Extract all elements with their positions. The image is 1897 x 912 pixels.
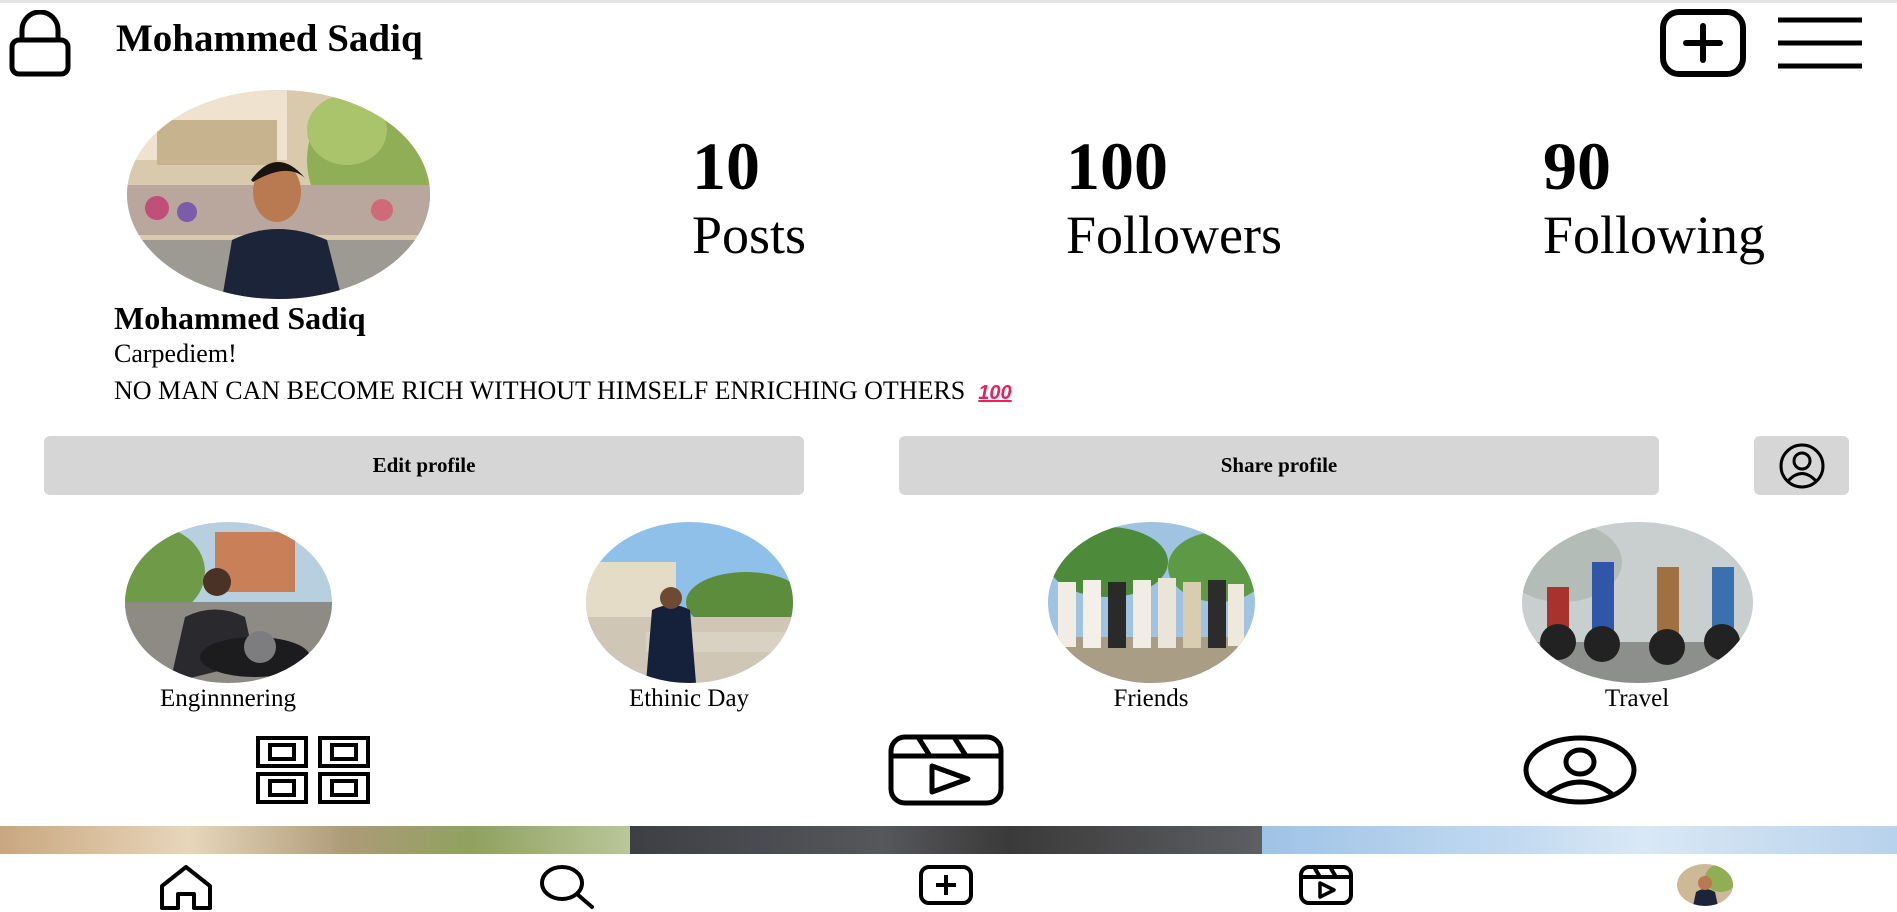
highlight-cover[interactable] (1521, 522, 1753, 683)
highlight-label: Travel (1604, 685, 1670, 712)
header-username[interactable]: Mohammed Sadiq (116, 16, 423, 61)
hundred-points-emoji: 100 (978, 382, 1012, 404)
tagged-icon (1523, 735, 1637, 805)
discover-people-button[interactable] (1754, 436, 1849, 495)
reels-icon (888, 734, 1004, 806)
profile-display-name: Mohammed Sadiq (114, 300, 366, 336)
highlight-label: Enginnnering (159, 685, 297, 712)
share-profile-button[interactable]: Share profile (899, 436, 1659, 495)
posts-count[interactable]: 10 (692, 132, 760, 200)
person-circle-icon (1779, 443, 1824, 488)
followers-label[interactable]: Followers (1066, 208, 1282, 262)
hamburger-menu-icon[interactable] (1776, 16, 1864, 70)
post-thumbnail[interactable] (1262, 826, 1897, 854)
post-thumbnail[interactable] (630, 826, 1262, 854)
highlight-label: Friends (1113, 685, 1189, 712)
edit-profile-button[interactable]: Edit profile (44, 436, 804, 495)
highlight-label: Ethinic Day (628, 685, 750, 712)
highlight-cover[interactable] (585, 522, 793, 683)
following-label[interactable]: Following (1543, 208, 1765, 262)
profile-avatar[interactable] (127, 90, 430, 299)
home-icon[interactable] (158, 864, 214, 910)
grid-tab[interactable] (256, 736, 370, 804)
post-thumbnail[interactable] (0, 826, 630, 854)
top-border (0, 0, 1897, 3)
tagged-tab[interactable] (1522, 734, 1638, 806)
bio-line-2: NO MAN CAN BECOME RICH WITHOUT HIMSELF E… (114, 376, 1012, 406)
create-icon[interactable] (918, 864, 974, 906)
highlight-item[interactable]: Friends (1036, 522, 1266, 713)
lock-icon (8, 10, 72, 78)
followers-count[interactable]: 100 (1066, 132, 1168, 200)
highlight-item[interactable]: Travel (1521, 522, 1753, 713)
reels-tab[interactable] (888, 734, 1004, 806)
bio-line-2-text: NO MAN CAN BECOME RICH WITHOUT HIMSELF E… (114, 376, 966, 405)
highlight-cover[interactable] (124, 522, 332, 683)
highlight-item[interactable]: Enginnnering (113, 522, 343, 713)
create-post-button[interactable] (1660, 9, 1746, 77)
highlight-cover[interactable] (1047, 522, 1255, 683)
bio-line-1: Carpediem! (114, 339, 237, 368)
reels-icon[interactable] (1298, 864, 1354, 906)
search-icon[interactable] (538, 864, 596, 910)
grid-icon (256, 736, 370, 804)
posts-label[interactable]: Posts (692, 208, 806, 262)
highlight-item[interactable]: Ethinic Day (574, 522, 804, 713)
profile-avatar[interactable] (1677, 864, 1733, 906)
following-count[interactable]: 90 (1543, 132, 1611, 200)
